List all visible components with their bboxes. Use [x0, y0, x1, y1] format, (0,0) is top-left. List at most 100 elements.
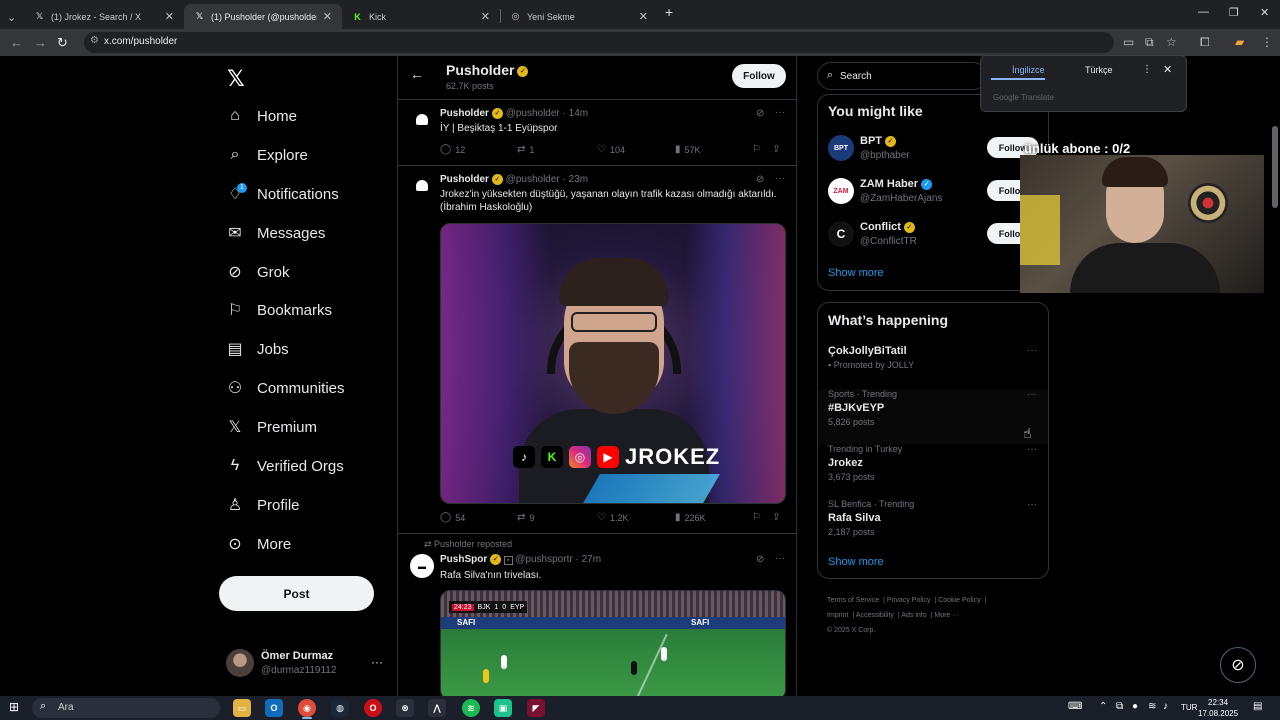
like-button[interactable]: ♡ 1.2K	[597, 512, 628, 523]
reply-button[interactable]: ◯ 54	[440, 512, 465, 523]
x-logo[interactable]: 𝕏	[227, 66, 245, 92]
close-icon[interactable]: ✕	[481, 10, 490, 23]
translate-icon[interactable]: ⧉	[1145, 35, 1154, 50]
outlook-icon[interactable]: O	[265, 699, 283, 717]
avatar[interactable]: ▬	[410, 554, 434, 578]
tweet-time[interactable]: 14m	[569, 108, 588, 119]
network-icon[interactable]: ⧉	[1116, 701, 1123, 712]
footer-link[interactable]: Imprint	[827, 612, 848, 619]
chevron-up-icon[interactable]: ⌃	[1099, 701, 1107, 712]
sidebar-item-more[interactable]: ⊙ More	[226, 532, 291, 556]
sidebar-item-home[interactable]: ⌂ Home	[226, 104, 297, 128]
views-button[interactable]: ▮ 226K	[675, 512, 706, 523]
footer-link[interactable]: More ···	[934, 612, 959, 619]
tab-search-button[interactable]: ⌄	[2, 5, 24, 30]
tab-kick[interactable]: K Kick ✕	[342, 4, 500, 29]
close-icon[interactable]: ✕	[165, 10, 174, 23]
sidebar-item-messages[interactable]: ✉ Messages	[226, 221, 325, 245]
reload-icon[interactable]: ↻	[57, 35, 68, 51]
trend-item[interactable]: Trending in Turkey Jrokez 3,673 posts ··…	[819, 444, 1048, 499]
keyboard-icon[interactable]: ⌨	[1068, 701, 1082, 712]
cast-icon[interactable]: ▭	[1123, 35, 1134, 49]
sidebar-item-explore[interactable]: ⌕ Explore	[226, 143, 308, 167]
avatar[interactable]	[410, 107, 434, 131]
footer-link[interactable]: Ads info	[901, 612, 926, 619]
tweet-media-video[interactable]: SAFI SAFI 24:23 BJK 1 0 EYP	[440, 590, 786, 696]
grok-icon[interactable]: ⊘	[1220, 647, 1256, 683]
tweet-handle[interactable]: @pusholder	[506, 174, 560, 185]
opera-icon[interactable]: O	[364, 699, 382, 717]
tweet-author-name[interactable]: PushSpor	[440, 554, 487, 565]
grok-icon[interactable]: ⊘	[756, 108, 764, 119]
windows-start-icon[interactable]: ⊞	[9, 700, 19, 714]
more-dots-icon[interactable]: ···	[1027, 499, 1037, 510]
sidebar-item-premium[interactable]: 𝕏 Premium	[226, 415, 317, 439]
taskbar-clock[interactable]: 22:34 17.08.2025	[1198, 697, 1238, 719]
sidebar-item-jobs[interactable]: ▤ Jobs	[226, 337, 288, 361]
site-info-icon[interactable]: ⚙	[90, 35, 99, 46]
reply-button[interactable]: ◯ 12	[440, 144, 465, 155]
back-arrow-icon[interactable]: ←	[410, 66, 424, 82]
app-red-icon[interactable]: ◤	[527, 699, 545, 717]
avatar[interactable]	[410, 173, 434, 197]
language-indicator[interactable]: TUR	[1181, 703, 1197, 712]
follow-button[interactable]: Follow	[732, 64, 786, 88]
scrollbar[interactable]	[1272, 126, 1278, 208]
url-bar[interactable]: ⚙ x.com/pusholder	[84, 32, 1114, 53]
tab-source-language[interactable]: İngilizce	[1012, 65, 1045, 75]
file-explorer-icon[interactable]: ▭	[233, 699, 251, 717]
footer-link[interactable]: Cookie Policy	[938, 597, 980, 604]
grok-icon[interactable]: ⊘	[756, 554, 764, 565]
trend-item[interactable]: Sports · Trending #BJKvEYP 5,826 posts ·…	[819, 389, 1048, 444]
chrome-icon[interactable]: ◉	[298, 699, 316, 717]
like-button[interactable]: ♡ 104	[597, 144, 625, 155]
bookmark-button[interactable]: ⚐	[752, 144, 765, 155]
tweet-author-name[interactable]: Pusholder	[440, 108, 489, 119]
restore-icon[interactable]: ❐	[1229, 6, 1239, 19]
tweet-media-video[interactable]: ♪ K ◎ ▶ JROKEZ	[440, 223, 786, 504]
search-bar[interactable]: ⌕	[817, 62, 987, 90]
share-button[interactable]: ⇪	[772, 144, 784, 155]
tweet[interactable]: ⇄ Pusholder reposted ▬ PushSpor ✓ ▪ @push…	[398, 535, 796, 696]
bookmark-button[interactable]: ⚐	[752, 512, 765, 523]
show-more-link[interactable]: Show more	[828, 267, 884, 279]
xbox-icon[interactable]: ⊗	[396, 699, 414, 717]
tweet[interactable]: Pusholder ✓ @pusholder · 14m ⊘ ··· İY | B…	[398, 101, 796, 166]
search-input[interactable]	[840, 68, 980, 84]
tweet-author-name[interactable]: Pusholder	[440, 174, 489, 185]
close-icon[interactable]: ✕	[323, 10, 332, 23]
sidebar-item-notifications[interactable]: ♢ 1 Notifications	[226, 182, 339, 206]
post-button[interactable]: Post	[219, 576, 374, 611]
share-button[interactable]: ⇪	[772, 512, 784, 523]
more-dots-icon[interactable]: ···	[1027, 444, 1037, 455]
account-switcher[interactable]: Ömer Durmaz @durmaz119112 ···	[226, 649, 386, 681]
tab-pusholder[interactable]: 𝕏 (1) Pusholder (@pusholder) / X ✕	[184, 4, 342, 29]
app-icon[interactable]: ⋀	[428, 699, 446, 717]
tab-target-language[interactable]: Türkçe	[1085, 65, 1113, 75]
sidebar-item-grok[interactable]: ⊘ Grok	[226, 260, 289, 284]
minimize-icon[interactable]: —	[1198, 6, 1209, 18]
tweet[interactable]: Pusholder ✓ @pusholder · 23m ⊘ ··· Jrokez…	[398, 167, 796, 534]
menu-dots-icon[interactable]: ⋮	[1142, 64, 1152, 75]
tweet-time[interactable]: 27m	[582, 554, 601, 565]
more-dots-icon[interactable]: ···	[1027, 389, 1037, 400]
wifi-icon[interactable]: ≋	[1148, 701, 1156, 712]
tweet-time[interactable]: 23m	[569, 174, 588, 185]
show-more-link[interactable]: Show more	[828, 556, 884, 568]
sidebar-item-profile[interactable]: ♙ Profile	[226, 493, 300, 517]
close-icon[interactable]: ✕	[1163, 63, 1172, 76]
tab-jrokez-search[interactable]: 𝕏 (1) Jrokez - Search / X ✕	[24, 4, 184, 29]
suggested-user[interactable]: BPT BPT ✓ @bpthaber Follow	[828, 135, 1048, 171]
steam-icon[interactable]: ◍	[331, 699, 349, 717]
close-window-icon[interactable]: ✕	[1260, 6, 1269, 19]
more-dots-icon[interactable]: ···	[775, 553, 785, 564]
more-dots-icon[interactable]: ···	[775, 107, 785, 118]
sidebar-item-verified-orgs[interactable]: ϟ Verified Orgs	[226, 454, 344, 478]
sidebar-item-bookmarks[interactable]: ⚐ Bookmarks	[226, 298, 332, 322]
menu-dots-icon[interactable]: ⋮	[1261, 35, 1273, 49]
extension-badge-icon[interactable]: ▰	[1235, 35, 1244, 49]
more-dots-icon[interactable]: ···	[1027, 345, 1037, 356]
app-green-icon[interactable]: ▣	[494, 699, 512, 717]
suggested-user[interactable]: C Conflict ✓ @ConflictTR Follow	[828, 221, 1048, 257]
trend-item[interactable]: SL Benfica · Trending Rafa Silva 2,187 p…	[819, 499, 1048, 554]
